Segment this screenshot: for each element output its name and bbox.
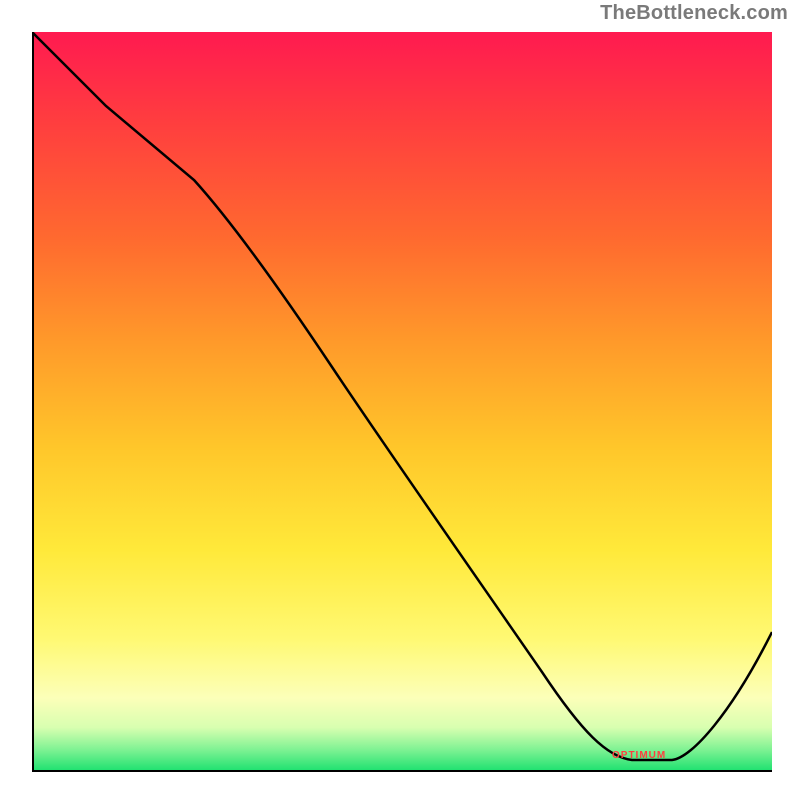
chart-container: TheBottleneck.com OPTIMUM xyxy=(0,0,800,800)
heat-gradient-background xyxy=(32,32,772,772)
watermark-text: TheBottleneck.com xyxy=(600,2,788,25)
optimum-marker: OPTIMUM xyxy=(612,750,666,761)
plot-area: OPTIMUM xyxy=(32,32,772,772)
